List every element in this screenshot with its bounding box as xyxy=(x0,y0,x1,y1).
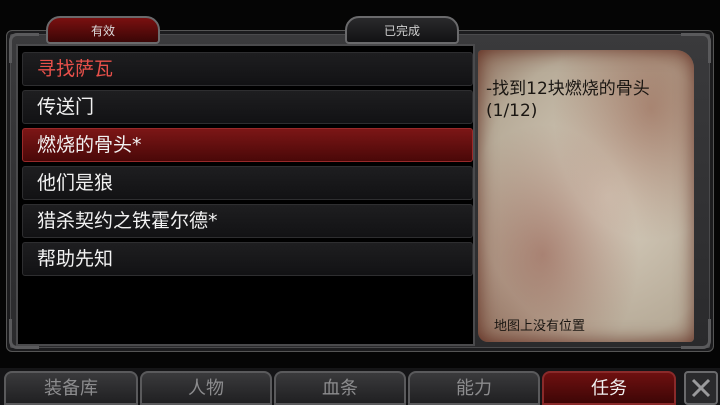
tab-active-quests[interactable]: 有效 xyxy=(46,16,160,44)
nav-character-button[interactable]: 人物 xyxy=(140,371,272,405)
quest-detail-parchment: -找到12块燃烧的骨头 (1/12) 地图上没有位置 xyxy=(478,50,694,342)
close-button[interactable] xyxy=(684,371,718,405)
map-location-note: 地图上没有位置 xyxy=(494,319,586,334)
quest-row-title[interactable]: 寻找萨瓦 xyxy=(22,52,473,86)
tab-completed-quests[interactable]: 已完成 xyxy=(345,16,459,44)
quest-list: 寻找萨瓦 传送门 燃烧的骨头* 他们是狼 猎杀契约之铁霍尔德* 帮助先知 xyxy=(16,44,475,346)
nav-quests-button[interactable]: 任务 xyxy=(542,371,676,405)
nav-inventory-button[interactable]: 装备库 xyxy=(4,371,138,405)
bottom-nav-bar: 装备库 人物 血条 能力 任务 xyxy=(0,368,720,405)
nav-health-button[interactable]: 血条 xyxy=(274,371,406,405)
close-x-icon xyxy=(691,378,711,398)
nav-abilities-button[interactable]: 能力 xyxy=(408,371,540,405)
quest-row[interactable]: 猎杀契约之铁霍尔德* xyxy=(22,204,473,238)
quest-row[interactable]: 他们是狼 xyxy=(22,166,473,200)
quest-row-selected[interactable]: 燃烧的骨头* xyxy=(22,128,473,162)
quest-row[interactable]: 传送门 xyxy=(22,90,473,124)
quest-objective-text: -找到12块燃烧的骨头 (1/12) xyxy=(486,79,650,121)
quest-row[interactable]: 帮助先知 xyxy=(22,242,473,276)
